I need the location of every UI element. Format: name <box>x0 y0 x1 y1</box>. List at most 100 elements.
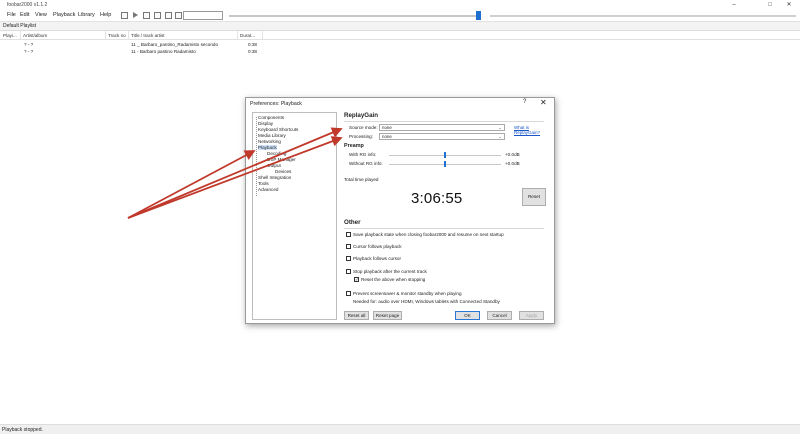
preferences-tree: Components Display Keyboard Shortcuts Me… <box>252 112 337 320</box>
playlist-header: Playi... Artist/album Track no Title / t… <box>0 31 800 40</box>
reset-page-button[interactable]: Reset page <box>373 311 402 320</box>
column-divider <box>20 31 21 40</box>
tree-item-keyboard-shortcuts[interactable]: Keyboard Shortcuts <box>258 127 298 132</box>
column-duration[interactable]: Durat... <box>240 33 255 38</box>
cursor-follows-label: Cursor follows playback <box>353 244 402 249</box>
column-track-no[interactable]: Track no <box>108 33 126 38</box>
tree-item-devices[interactable]: Devices <box>275 169 291 174</box>
playlist-tabs: Default Playlist <box>0 22 800 31</box>
reset-time-button[interactable]: Reset <box>522 188 546 206</box>
source-mode-select[interactable]: none ⌄ <box>379 124 505 131</box>
cancel-button[interactable]: Cancel <box>487 311 512 320</box>
seek-knob[interactable] <box>476 11 481 20</box>
tree-item-display[interactable]: Display <box>258 121 273 126</box>
tree-item-networking[interactable]: Networking <box>258 139 281 144</box>
tree-item-shell-integration[interactable]: Shell Integration <box>258 175 291 180</box>
section-divider <box>344 228 544 229</box>
playlist-row[interactable]: ? - ? 11 _ Barbaro_pantino_Radamisto sec… <box>0 41 800 48</box>
save-state-label: Save playback state when closing foobar2… <box>353 232 504 237</box>
row-title: 11 - Barbaro pantino Radamisto <box>131 49 196 54</box>
other-heading: Other <box>344 219 361 226</box>
menu-library[interactable]: Library <box>78 12 95 18</box>
minimize-button[interactable]: – <box>725 1 743 9</box>
preferences-dialog: Preferences: Playback ? ✕ Components Dis… <box>245 97 555 324</box>
save-state-checkbox[interactable] <box>346 232 351 237</box>
playback-follows-label: Playback follows cursor <box>353 256 401 261</box>
reset-when-stopping-label: Reset the above when stopping <box>361 277 426 282</box>
column-playing[interactable]: Playi... <box>3 33 17 38</box>
playback-order-combo[interactable] <box>183 11 223 20</box>
menu-file[interactable]: File <box>7 12 16 18</box>
without-rg-slider-thumb[interactable] <box>444 161 446 167</box>
close-dialog-button[interactable]: ✕ <box>540 98 547 107</box>
column-divider <box>105 31 106 40</box>
tree-item-output[interactable]: Output <box>267 163 281 168</box>
column-divider <box>237 31 238 40</box>
menu-edit[interactable]: Edit <box>20 12 29 18</box>
random-icon[interactable] <box>175 12 182 19</box>
stop-icon[interactable] <box>121 12 128 19</box>
replaygain-heading: ReplayGain <box>344 112 379 119</box>
prevent-screensaver-checkbox[interactable] <box>346 291 351 296</box>
seek-bar[interactable] <box>229 15 479 17</box>
stop-after-current-checkbox[interactable] <box>346 269 351 274</box>
close-window-button[interactable]: ✕ <box>780 1 798 9</box>
tree-item-advanced[interactable]: Advanced <box>258 187 278 192</box>
row-artist-album: ? - ? <box>24 42 34 47</box>
prevent-screensaver-note: Needed for: audio over HDMI, Windows tab… <box>353 299 500 304</box>
reset-when-stopping-checkbox[interactable]: ✓ <box>354 277 359 282</box>
preamp-heading: Preamp <box>344 143 364 149</box>
volume-bar[interactable] <box>490 15 796 17</box>
pause-icon[interactable] <box>143 12 150 19</box>
row-title: 11 _ Barbaro_pantino_Radamisto secondo <box>131 42 219 47</box>
total-time-value: 3:06:55 <box>411 190 463 207</box>
tab-default-playlist[interactable]: Default Playlist <box>3 23 36 29</box>
cursor-follows-checkbox[interactable] <box>346 244 351 249</box>
maximize-button[interactable]: □ <box>761 1 779 9</box>
menu-view[interactable]: View <box>35 12 47 18</box>
source-mode-value: none <box>382 125 392 130</box>
title-bar: foobar2000 v1.1.2 – □ ✕ <box>0 0 800 10</box>
dialog-title: Preferences: Playback <box>250 101 302 107</box>
reset-all-button[interactable]: Reset all <box>344 311 369 320</box>
with-rg-slider-thumb[interactable] <box>444 152 446 158</box>
help-button[interactable]: ? <box>523 99 526 105</box>
processing-select[interactable]: none ⌄ <box>379 133 505 140</box>
playback-follows-checkbox[interactable] <box>346 256 351 261</box>
tree-item-decoding[interactable]: Decoding <box>267 151 286 156</box>
playlist-row[interactable]: ? - ? 11 - Barbaro pantino Radamisto 0:3… <box>0 48 800 55</box>
column-divider <box>128 31 129 40</box>
column-title[interactable]: Title / track artist <box>131 33 165 38</box>
total-time-label: Total time played <box>344 177 379 182</box>
window-title: foobar2000 v1.1.2 <box>7 2 48 8</box>
source-mode-label: Source mode: <box>349 125 378 130</box>
tree-item-media-library[interactable]: Media Library <box>258 133 286 138</box>
apply-button[interactable]: Apply <box>519 311 544 320</box>
play-icon[interactable] <box>132 12 139 19</box>
tree-item-components[interactable]: Components <box>258 115 284 120</box>
ok-button[interactable]: OK <box>455 311 480 320</box>
previous-icon[interactable] <box>154 12 161 19</box>
status-text: Playback stopped. <box>2 427 43 433</box>
column-divider <box>262 31 263 40</box>
status-bar: Playback stopped. <box>0 424 800 434</box>
next-icon[interactable] <box>165 12 172 19</box>
row-duration: 0:38 <box>248 49 257 54</box>
with-rg-value: +0.0dB <box>505 152 520 157</box>
chevron-down-icon: ⌄ <box>498 134 502 139</box>
menu-playback[interactable]: Playback <box>53 12 75 18</box>
prevent-screensaver-label: Prevent screensaver & monitor standby wh… <box>353 291 462 296</box>
chevron-down-icon: ⌄ <box>498 125 502 130</box>
tree-item-tools[interactable]: Tools <box>258 181 269 186</box>
tree-item-playback[interactable]: Playback <box>258 145 277 150</box>
processing-label: Processing: <box>349 134 374 139</box>
menu-help[interactable]: Help <box>100 12 111 18</box>
column-artist-album[interactable]: Artist/album <box>23 33 47 38</box>
without-rg-value: +0.0dB <box>505 161 520 166</box>
stop-after-current-label: Stop playback after the current track <box>353 269 427 274</box>
row-artist-album: ? - ? <box>24 49 34 54</box>
processing-value: none <box>382 134 392 139</box>
without-rg-label: Without RG info: <box>349 161 383 166</box>
tree-item-dsp-manager[interactable]: DSP Manager <box>267 157 296 162</box>
what-is-replaygain-link[interactable]: What is ReplayGain? <box>514 125 546 135</box>
